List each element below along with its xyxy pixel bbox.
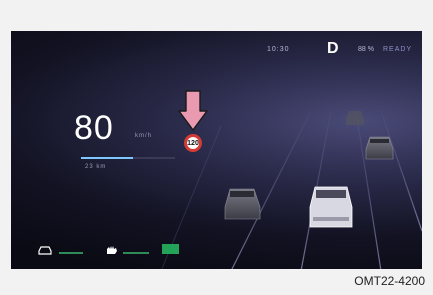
battery-level: 88 % [358, 46, 374, 53]
bottom-status-bar [11, 242, 422, 260]
cluster-display: 10:30 D 88 % READY 80 km/h 23 km 120 [11, 31, 422, 269]
car-icon [38, 246, 52, 255]
speed-limit-sign: 120 [184, 134, 202, 152]
speed-value: 80 [74, 109, 114, 147]
hand-icon [107, 246, 117, 254]
road-scene [161, 110, 422, 269]
vehicle-right [365, 136, 394, 160]
status-badge [162, 244, 179, 254]
status-line-2 [123, 252, 149, 254]
speed-subtext: 23 km [85, 164, 107, 170]
gear-indicator: D [327, 40, 339, 57]
speed-unit: km/h [135, 133, 153, 139]
speed-bar [81, 157, 175, 159]
vehicle-far [346, 111, 364, 125]
ego-vehicle [309, 186, 353, 228]
speed-bar-fill [81, 157, 133, 159]
status-line-1 [59, 252, 83, 254]
status-time: 10:30 [267, 46, 290, 53]
vehicle-left [224, 188, 261, 220]
down-arrow-icon [178, 90, 208, 131]
speed-limit-value: 120 [187, 139, 199, 147]
figure-code: OMT22-4200 [354, 274, 425, 288]
lane-line [380, 110, 422, 232]
ready-status: READY [383, 46, 413, 53]
